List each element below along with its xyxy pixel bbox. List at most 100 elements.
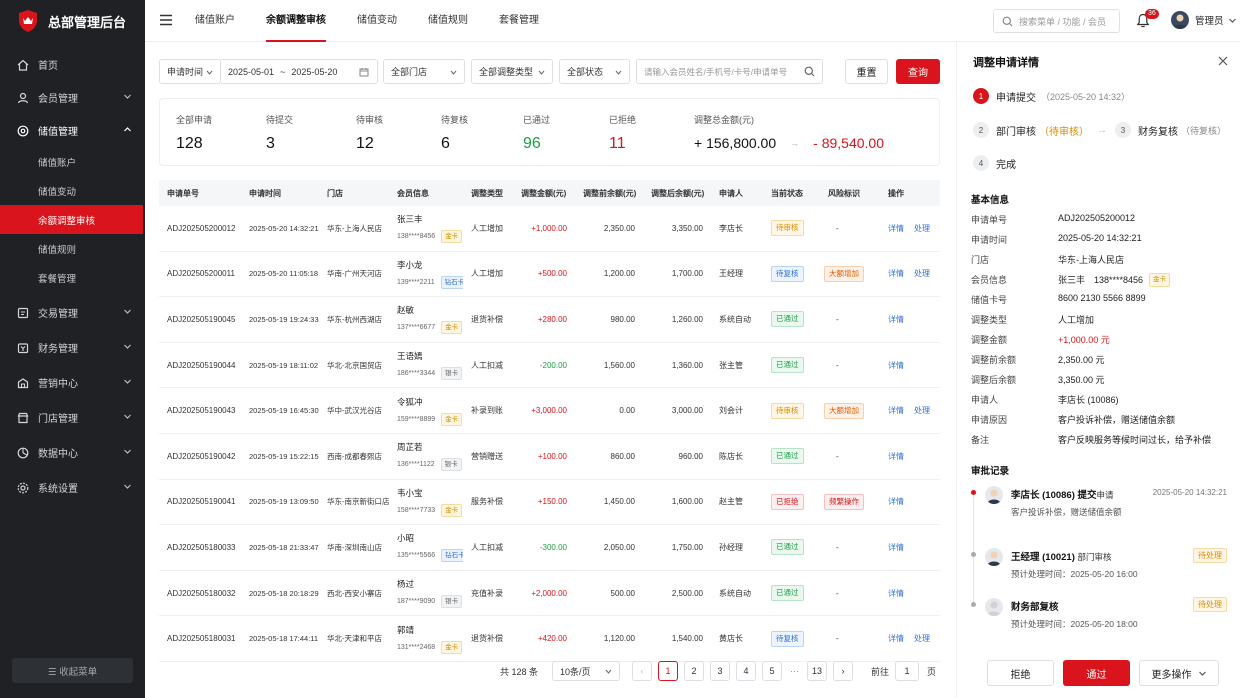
op-link-process[interactable]: 处理 [914,224,930,233]
table-header: 申请单号 申请时间 门店 会员信息 调整类型 调整金额(元) 调整前余额(元) … [159,180,940,206]
stat-passed[interactable]: 已通过 96 [523,113,550,153]
op-link-process[interactable]: 处理 [914,634,930,643]
stat-to-recheck[interactable]: 待复核 6 [441,113,468,153]
tab-accounts[interactable]: 储值账户 [195,0,235,42]
reject-button[interactable]: 拒绝 [987,660,1054,686]
sidebar-sub-packages[interactable]: 套餐管理 [0,263,145,292]
sidebar-sub-changes[interactable]: 储值变动 [0,176,145,205]
prev-page-button[interactable]: ‹ [632,661,653,681]
info-label: 调整前余额 [971,355,1017,365]
approve-button[interactable]: 通过 [1063,660,1130,686]
stat-to-review[interactable]: 待审核 12 [356,113,383,153]
sidebar-sub-accounts[interactable]: 储值账户 [0,147,145,176]
risk-none: - [836,360,839,370]
stat-to-submit[interactable]: 待提交 3 [266,113,293,153]
query-button[interactable]: 查询 [896,59,940,84]
date-range-picker[interactable]: 2025-05-01 ~ 2025-05-20 [221,59,378,84]
status-select[interactable]: 全部状态 [559,59,630,84]
op-link-detail[interactable]: 详情 [888,315,904,324]
close-icon[interactable] [1218,56,1228,66]
page-2[interactable]: 2 [684,661,705,681]
member-phone: 138****8456 [397,233,436,241]
tab-rules[interactable]: 储值规则 [428,0,468,42]
risk-none: - [836,634,839,644]
op-link-process[interactable]: 处理 [914,406,930,415]
sidebar-item-stores[interactable]: 门店管理 [0,401,145,434]
sidebar-sub-rules[interactable]: 储值规则 [0,234,145,263]
page-1[interactable]: 1 [658,661,679,681]
reset-button[interactable]: 重置 [845,59,888,84]
page-size-select[interactable]: 10条/页 [552,661,621,681]
table-row[interactable]: ADJ202505190042 2025-05-19 15:22:15 西南-成都春… [159,434,940,480]
step-4: 4 完成 [973,155,1016,171]
cell-amount: +1,000.00 [531,223,567,233]
table-row[interactable]: ADJ202505200012 2025-05-20 14:32:21 华东-上海人… [159,206,940,252]
sidebar-item-members[interactable]: 会员管理 [0,81,145,114]
op-link-detail[interactable]: 详情 [888,224,904,233]
goto-input[interactable]: 1 [895,661,920,681]
user-menu[interactable]: 管理员 [1171,11,1237,29]
keyword-input[interactable]: 请输入会员姓名/手机号/卡号/申请单号 [636,59,823,84]
info-row: 调整前余额 2,350.00 元 [971,353,1231,367]
member-phone: 135****5566 [397,552,436,560]
tab-changes[interactable]: 储值变动 [357,0,397,42]
amount-minus: - 89,540.00 [813,135,884,151]
op-link-detail[interactable]: 详情 [888,361,904,370]
menu-icon[interactable] [159,14,173,26]
sidebar-sub-balance-review[interactable]: 余额调整审核 [0,205,143,234]
cell-applicant: 张主管 [719,360,743,370]
page-5[interactable]: 5 [762,661,783,681]
op-link-process[interactable]: 处理 [914,269,930,278]
global-search-input[interactable]: 搜索菜单 / 功能 / 会员 [993,9,1120,33]
page-3[interactable]: 3 [710,661,731,681]
op-link-detail[interactable]: 详情 [888,543,904,552]
stat-rejected[interactable]: 已拒绝 11 [609,113,636,153]
table-row[interactable]: ADJ202505180033 2025-05-18 21:33:47 华南-深圳南… [159,525,940,571]
sidebar-item-transactions[interactable]: 交易管理 [0,296,145,329]
op-link-detail[interactable]: 详情 [888,452,904,461]
sidebar-item-stored-value[interactable]: 储值管理 [0,114,145,147]
collapse-menu-button[interactable]: ☰ 收起菜单 [12,658,133,683]
stat-value: 3 [266,135,275,152]
op-link-detail[interactable]: 详情 [888,634,904,643]
more-actions-button[interactable]: 更多操作 [1139,660,1219,686]
info-row: 申请人 李店长 (10086) [971,393,1231,407]
op-link-detail[interactable]: 详情 [888,406,904,415]
next-page-button[interactable]: › [833,661,854,681]
table-row[interactable]: ADJ202505180031 2025-05-18 17:44:11 华北-天津和… [159,616,940,662]
adjust-type-select[interactable]: 全部调整类型 [471,59,553,84]
cell-member: 张三丰 138****8456 金卡 [389,213,463,244]
step-2: 2 部门审核 （待审核） → 3 财务复核 （待复核） [973,122,1226,138]
sidebar-item-marketing[interactable]: 营销中心 [0,366,145,399]
page-last[interactable]: 13 [807,661,828,681]
table-row[interactable]: ADJ202505190041 2025-05-19 13:09:50 华东-南京新… [159,480,940,526]
tab-balance-review[interactable]: 余额调整审核 [266,0,326,42]
cell-type: 充值补录 [471,588,503,598]
sidebar-item-settings[interactable]: 系统设置 [0,471,145,504]
cell-status: 已通过 [763,448,820,465]
sidebar-item-finance[interactable]: 财务管理 [0,331,145,364]
op-link-detail[interactable]: 详情 [888,589,904,598]
table-row[interactable]: ADJ202505190044 2025-05-19 18:11:02 华北-北京国… [159,343,940,389]
table-row[interactable]: ADJ202505180032 2025-05-18 20:18:29 西北-西安小… [159,571,940,617]
info-row: 门店 华东-上海人民店 [971,253,1231,267]
cell-applicant: 王经理 [719,269,743,279]
table-row[interactable]: ADJ202505190043 2025-05-19 16:45:30 华中-武汉光… [159,388,940,434]
table-row[interactable]: ADJ202505190045 2025-05-19 19:24:33 华东-杭州西… [159,297,940,343]
basic-info-title: 基本信息 [971,195,1010,206]
cell-before: 500.00 [610,588,635,598]
sidebar-item-data[interactable]: 数据中心 [0,436,145,469]
cell-store: 西南-成都春熙店 [327,451,382,461]
chevron-down-icon [124,414,131,419]
stat-total[interactable]: 全部申请 128 [176,113,212,153]
time-type-select[interactable]: 申请时间 [159,59,221,84]
sidebar-item-home[interactable]: 首页 [0,48,145,81]
log-name: 王经理 (10021) [1011,552,1075,563]
tab-packages[interactable]: 套餐管理 [499,0,539,42]
op-link-detail[interactable]: 详情 [888,497,904,506]
op-link-detail[interactable]: 详情 [888,269,904,278]
logo[interactable]: 总部管理后台 [0,0,145,42]
page-4[interactable]: 4 [736,661,757,681]
table-row[interactable]: ADJ202505200011 2025-05-20 11:05:18 华南-广州天… [159,252,940,298]
store-select[interactable]: 全部门店 [383,59,465,84]
